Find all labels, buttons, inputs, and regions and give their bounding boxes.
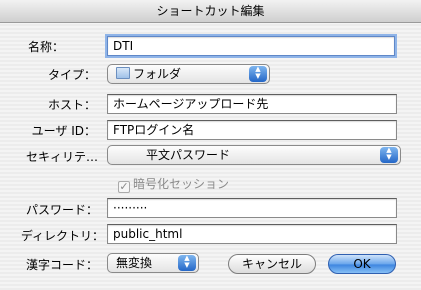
name-field[interactable]: DTI — [107, 36, 395, 56]
shortcut-edit-dialog: ショートカット編集 名称： DTI タイプ： フォルダ ▲ ▼ ホスト： ホームペ… — [0, 0, 421, 290]
security-popup-value: 平文パスワード — [146, 148, 231, 162]
user-id-field[interactable]: FTPログイン名 — [107, 120, 397, 140]
ok-button[interactable]: OK — [328, 254, 396, 274]
name-label: 名称： — [27, 40, 64, 54]
password-label: パスワード： — [25, 203, 98, 217]
password-field[interactable]: ········· — [107, 198, 397, 218]
kanji-code-popup-value: 無変換 — [116, 256, 153, 270]
chevron-up-down-icon: ▲ ▼ — [178, 255, 196, 271]
type-label: タイプ： — [47, 68, 96, 82]
security-label: セキィリテ… — [25, 150, 98, 164]
user-id-label: ユーザ ID： — [31, 124, 96, 138]
folder-icon — [116, 67, 130, 79]
kanji-code-label: 漢字コード： — [25, 258, 98, 272]
directory-label: ディレクトリ： — [20, 229, 104, 243]
directory-field[interactable]: public_html — [107, 224, 397, 244]
encrypted-session-checkbox[interactable]: ✓ 暗号化セッション — [118, 175, 229, 193]
chevron-up-down-icon: ▲ ▼ — [249, 66, 267, 82]
chevron-up-down-icon: ▲ ▼ — [380, 147, 398, 163]
type-popup[interactable]: フォルダ ▲ ▼ — [107, 64, 270, 84]
type-popup-value: フォルダ — [133, 67, 182, 81]
host-label: ホスト： — [47, 98, 96, 112]
host-field[interactable]: ホームページアップロード先 — [107, 94, 397, 114]
cancel-button[interactable]: キャンセル — [228, 254, 316, 274]
security-popup[interactable]: 平文パスワード ▲ ▼ — [107, 145, 401, 165]
window-title: ショートカット編集 — [0, 0, 421, 23]
encrypted-session-label: 暗号化セッション — [133, 177, 230, 191]
checkmark-icon: ✓ — [118, 180, 130, 193]
kanji-code-popup[interactable]: 無変換 ▲ ▼ — [107, 253, 199, 273]
